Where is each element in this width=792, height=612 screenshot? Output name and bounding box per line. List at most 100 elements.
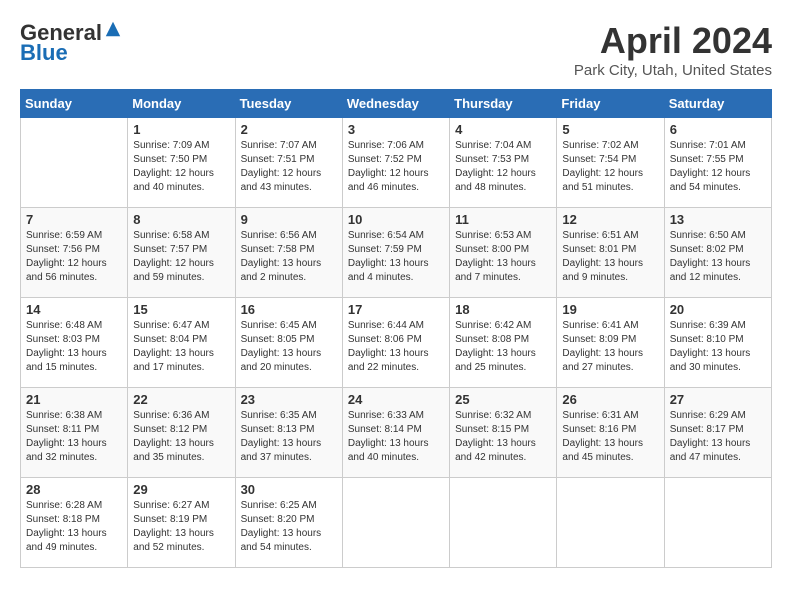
calendar-week-3: 14 Sunrise: 6:48 AM Sunset: 8:03 PM Dayli… [21, 298, 772, 388]
calendar-cell: 9 Sunrise: 6:56 AM Sunset: 7:58 PM Daylig… [235, 208, 342, 298]
calendar-header-row: SundayMondayTuesdayWednesdayThursdayFrid… [21, 90, 772, 118]
calendar-cell: 1 Sunrise: 7:09 AM Sunset: 7:50 PM Daylig… [128, 118, 235, 208]
day-info: Sunrise: 6:31 AM Sunset: 8:16 PM Dayligh… [562, 409, 658, 465]
day-info: Sunrise: 6:42 AM Sunset: 8:08 PM Dayligh… [455, 319, 551, 375]
day-number: 10 [348, 212, 444, 227]
logo-blue-text: Blue [20, 40, 68, 66]
calendar-week-1: 1 Sunrise: 7:09 AM Sunset: 7:50 PM Daylig… [21, 118, 772, 208]
calendar-cell: 11Sunrise: 6:53 AM Sunset: 8:00 PM Dayli… [450, 208, 557, 298]
header: General Blue April 2024 Park City, Utah,… [20, 20, 772, 79]
day-number: 9 [241, 212, 337, 227]
day-number: 16 [241, 302, 337, 317]
day-number: 1 [133, 122, 229, 137]
header-thursday: Thursday [450, 90, 557, 118]
day-number: 21 [26, 392, 122, 407]
day-info: Sunrise: 7:07 AM Sunset: 7:51 PM Dayligh… [241, 139, 337, 195]
calendar-week-4: 21 Sunrise: 6:38 AM Sunset: 8:11 PM Dayli… [21, 388, 772, 478]
day-number: 29 [133, 482, 229, 497]
calendar-cell: 13Sunrise: 6:50 AM Sunset: 8:02 PM Dayli… [664, 208, 771, 298]
calendar-cell: 14 Sunrise: 6:48 AM Sunset: 8:03 PM Dayli… [21, 298, 128, 388]
day-number: 27 [670, 392, 766, 407]
day-info: Sunrise: 6:27 AM Sunset: 8:19 PM Dayligh… [133, 499, 229, 555]
day-info: Sunrise: 6:48 AM Sunset: 8:03 PM Dayligh… [26, 319, 122, 375]
day-number: 2 [241, 122, 337, 137]
calendar-cell: 2 Sunrise: 7:07 AM Sunset: 7:51 PM Daylig… [235, 118, 342, 208]
day-number: 24 [348, 392, 444, 407]
calendar-cell: 4 Sunrise: 7:04 AM Sunset: 7:53 PM Daylig… [450, 118, 557, 208]
day-number: 25 [455, 392, 551, 407]
day-info: Sunrise: 6:32 AM Sunset: 8:15 PM Dayligh… [455, 409, 551, 465]
calendar-cell: 27 Sunrise: 6:29 AM Sunset: 8:17 PM Dayli… [664, 388, 771, 478]
logo-icon [104, 20, 122, 38]
day-info: Sunrise: 7:04 AM Sunset: 7:53 PM Dayligh… [455, 139, 551, 195]
calendar-week-2: 7 Sunrise: 6:59 AM Sunset: 7:56 PM Daylig… [21, 208, 772, 298]
calendar-cell: 18 Sunrise: 6:42 AM Sunset: 8:08 PM Dayli… [450, 298, 557, 388]
day-number: 28 [26, 482, 122, 497]
calendar-cell: 8Sunrise: 6:58 AM Sunset: 7:57 PM Daylig… [128, 208, 235, 298]
day-number: 18 [455, 302, 551, 317]
calendar-cell [450, 478, 557, 568]
day-number: 14 [26, 302, 122, 317]
calendar-cell: 28Sunrise: 6:28 AM Sunset: 8:18 PM Dayli… [21, 478, 128, 568]
header-sunday: Sunday [21, 90, 128, 118]
day-info: Sunrise: 6:51 AM Sunset: 8:01 PM Dayligh… [562, 229, 658, 285]
calendar-cell [664, 478, 771, 568]
day-info: Sunrise: 6:29 AM Sunset: 8:17 PM Dayligh… [670, 409, 766, 465]
day-info: Sunrise: 7:01 AM Sunset: 7:55 PM Dayligh… [670, 139, 766, 195]
calendar-cell: 30Sunrise: 6:25 AM Sunset: 8:20 PM Dayli… [235, 478, 342, 568]
day-number: 12 [562, 212, 658, 227]
calendar-cell: 23 Sunrise: 6:35 AM Sunset: 8:13 PM Dayli… [235, 388, 342, 478]
calendar-cell: 5Sunrise: 7:02 AM Sunset: 7:54 PM Daylig… [557, 118, 664, 208]
day-info: Sunrise: 6:54 AM Sunset: 7:59 PM Dayligh… [348, 229, 444, 285]
day-number: 19 [562, 302, 658, 317]
calendar-cell: 15Sunrise: 6:47 AM Sunset: 8:04 PM Dayli… [128, 298, 235, 388]
calendar-table: SundayMondayTuesdayWednesdayThursdayFrid… [20, 89, 772, 568]
header-saturday: Saturday [664, 90, 771, 118]
day-number: 3 [348, 122, 444, 137]
day-info: Sunrise: 6:56 AM Sunset: 7:58 PM Dayligh… [241, 229, 337, 285]
day-info: Sunrise: 7:02 AM Sunset: 7:54 PM Dayligh… [562, 139, 658, 195]
calendar-cell: 16Sunrise: 6:45 AM Sunset: 8:05 PM Dayli… [235, 298, 342, 388]
day-number: 7 [26, 212, 122, 227]
calendar-cell: 6 Sunrise: 7:01 AM Sunset: 7:55 PM Daylig… [664, 118, 771, 208]
day-number: 23 [241, 392, 337, 407]
day-info: Sunrise: 6:39 AM Sunset: 8:10 PM Dayligh… [670, 319, 766, 375]
location: Park City, Utah, United States [574, 62, 772, 79]
day-info: Sunrise: 6:38 AM Sunset: 8:11 PM Dayligh… [26, 409, 122, 465]
day-info: Sunrise: 6:58 AM Sunset: 7:57 PM Dayligh… [133, 229, 229, 285]
calendar-cell [557, 478, 664, 568]
calendar-cell [21, 118, 128, 208]
day-info: Sunrise: 7:06 AM Sunset: 7:52 PM Dayligh… [348, 139, 444, 195]
day-info: Sunrise: 6:36 AM Sunset: 8:12 PM Dayligh… [133, 409, 229, 465]
calendar-cell: 22 Sunrise: 6:36 AM Sunset: 8:12 PM Dayli… [128, 388, 235, 478]
day-number: 6 [670, 122, 766, 137]
calendar-cell: 20 Sunrise: 6:39 AM Sunset: 8:10 PM Dayli… [664, 298, 771, 388]
calendar-week-5: 28Sunrise: 6:28 AM Sunset: 8:18 PM Dayli… [21, 478, 772, 568]
calendar-cell: 10 Sunrise: 6:54 AM Sunset: 7:59 PM Dayli… [342, 208, 449, 298]
day-info: Sunrise: 6:41 AM Sunset: 8:09 PM Dayligh… [562, 319, 658, 375]
calendar-cell: 25 Sunrise: 6:32 AM Sunset: 8:15 PM Dayli… [450, 388, 557, 478]
day-number: 22 [133, 392, 229, 407]
calendar-cell: 21 Sunrise: 6:38 AM Sunset: 8:11 PM Dayli… [21, 388, 128, 478]
day-info: Sunrise: 6:44 AM Sunset: 8:06 PM Dayligh… [348, 319, 444, 375]
day-info: Sunrise: 6:50 AM Sunset: 8:02 PM Dayligh… [670, 229, 766, 285]
month-title: April 2024 [574, 20, 772, 62]
day-number: 26 [562, 392, 658, 407]
day-number: 4 [455, 122, 551, 137]
day-info: Sunrise: 6:59 AM Sunset: 7:56 PM Dayligh… [26, 229, 122, 285]
day-info: Sunrise: 6:33 AM Sunset: 8:14 PM Dayligh… [348, 409, 444, 465]
calendar-cell: 29 Sunrise: 6:27 AM Sunset: 8:19 PM Dayli… [128, 478, 235, 568]
day-info: Sunrise: 6:25 AM Sunset: 8:20 PM Dayligh… [241, 499, 337, 555]
calendar-cell: 12 Sunrise: 6:51 AM Sunset: 8:01 PM Dayli… [557, 208, 664, 298]
day-info: Sunrise: 6:47 AM Sunset: 8:04 PM Dayligh… [133, 319, 229, 375]
title-area: April 2024 Park City, Utah, United State… [574, 20, 772, 79]
day-number: 20 [670, 302, 766, 317]
day-info: Sunrise: 6:35 AM Sunset: 8:13 PM Dayligh… [241, 409, 337, 465]
day-info: Sunrise: 6:53 AM Sunset: 8:00 PM Dayligh… [455, 229, 551, 285]
day-number: 17 [348, 302, 444, 317]
calendar-cell: 24 Sunrise: 6:33 AM Sunset: 8:14 PM Dayli… [342, 388, 449, 478]
calendar-cell: 3 Sunrise: 7:06 AM Sunset: 7:52 PM Daylig… [342, 118, 449, 208]
header-tuesday: Tuesday [235, 90, 342, 118]
calendar-cell: 26 Sunrise: 6:31 AM Sunset: 8:16 PM Dayli… [557, 388, 664, 478]
day-info: Sunrise: 7:09 AM Sunset: 7:50 PM Dayligh… [133, 139, 229, 195]
